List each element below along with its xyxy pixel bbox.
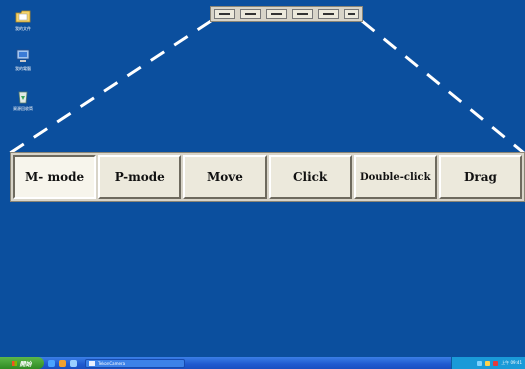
taskbar-window-item[interactable]: TekonCamera: [85, 358, 185, 368]
minimized-mode-button[interactable]: [266, 9, 287, 19]
minimized-mode-button[interactable]: [344, 9, 359, 19]
start-label: 開始: [19, 360, 32, 368]
network-icon[interactable]: [477, 360, 483, 366]
volume-icon[interactable]: [485, 360, 491, 366]
drag-button[interactable]: Drag: [438, 155, 523, 199]
dash-icon: [271, 13, 282, 15]
taskbar-window-label: TekonCamera: [98, 360, 126, 366]
start-button[interactable]: 開始: [0, 357, 44, 369]
quick-launch-media-icon[interactable]: [59, 359, 66, 367]
quick-launch-browser-icon[interactable]: [48, 359, 55, 367]
dash-icon: [348, 13, 355, 15]
dash-icon: [245, 13, 256, 15]
minimized-mode-button[interactable]: [292, 9, 313, 19]
dash-icon: [219, 13, 230, 15]
move-button[interactable]: Move: [183, 155, 267, 199]
taskbar: 開始 TekonCamera 上午 09:41: [0, 357, 525, 369]
minimized-mode-button[interactable]: [214, 9, 235, 19]
dash-icon: [297, 13, 308, 15]
quick-launch-desktop-icon[interactable]: [70, 359, 77, 367]
security-icon[interactable]: [493, 360, 499, 366]
mode-toolbar: M- mode P-mode Move Click Double-click D…: [10, 152, 525, 202]
mini-toolbar: [210, 6, 363, 22]
m-mode-button[interactable]: M- mode: [13, 155, 97, 199]
double-click-button[interactable]: Double-click: [353, 155, 437, 199]
dash-icon: [323, 13, 334, 15]
clock: 上午 09:41: [501, 360, 522, 365]
system-tray: 上午 09:41: [451, 357, 525, 369]
minimized-mode-button[interactable]: [318, 9, 339, 19]
minimized-mode-button[interactable]: [240, 9, 261, 19]
window-icon: [89, 360, 95, 366]
p-mode-button[interactable]: P-mode: [98, 155, 182, 199]
windows-logo-icon: [12, 360, 18, 366]
click-button[interactable]: Click: [268, 155, 352, 199]
